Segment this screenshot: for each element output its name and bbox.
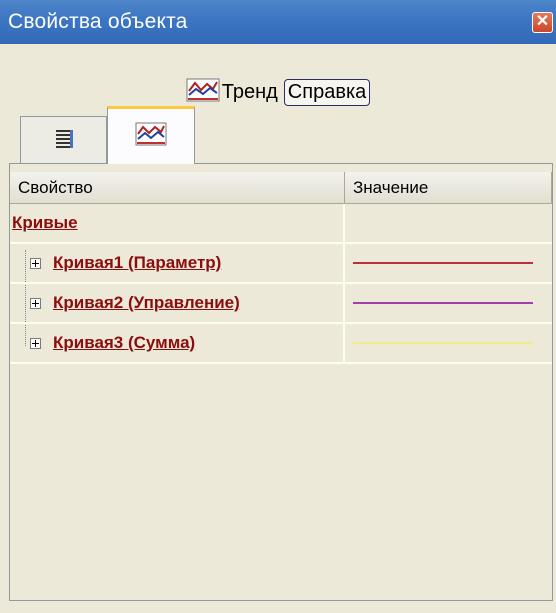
property-name-cell: Кривая2 (Управление)	[10, 284, 345, 322]
grid-rows: Кривые Кривая1 (Параметр) Кривая2 (Управ…	[10, 204, 552, 364]
table-row[interactable]: Кривые	[10, 204, 552, 244]
column-header-value[interactable]: Значение	[345, 172, 552, 204]
table-row[interactable]: Кривая1 (Параметр)	[10, 244, 552, 284]
trend-icon	[135, 121, 167, 152]
column-header-property[interactable]: Свойство	[10, 172, 345, 204]
window-title: Свойства объекта	[8, 10, 188, 33]
tab-trend[interactable]	[107, 106, 195, 164]
close-button[interactable]: ✕	[532, 12, 553, 33]
object-properties-window: Свойства объекта ✕ Тренд Справка Свойств…	[0, 0, 556, 613]
expand-icon[interactable]	[30, 337, 41, 349]
property-value-cell[interactable]	[345, 324, 552, 362]
curve-color-swatch	[353, 342, 533, 344]
property-value-cell	[345, 204, 552, 242]
curve-label[interactable]: Кривая2 (Управление)	[53, 293, 240, 313]
tab-properties-list[interactable]	[20, 116, 107, 164]
trend-icon	[186, 77, 220, 108]
curve-label[interactable]: Кривая3 (Сумма)	[53, 333, 195, 353]
list-icon	[54, 128, 74, 153]
toolbar: Тренд Справка	[0, 76, 556, 108]
property-name-cell: Кривая3 (Сумма)	[10, 324, 345, 362]
trend-label: Тренд	[221, 80, 278, 103]
curve-color-swatch	[353, 302, 533, 304]
help-button[interactable]: Справка	[283, 78, 371, 106]
expand-icon[interactable]	[30, 257, 41, 269]
title-bar[interactable]: Свойства объекта ✕	[0, 0, 556, 44]
expand-icon[interactable]	[30, 297, 41, 309]
grid-header: Свойство Значение	[10, 172, 552, 204]
property-name-cell: Кривая1 (Параметр)	[10, 244, 345, 282]
curve-label[interactable]: Кривая1 (Параметр)	[53, 253, 221, 273]
table-row[interactable]: Кривая3 (Сумма)	[10, 324, 552, 364]
table-row[interactable]: Кривая2 (Управление)	[10, 284, 552, 324]
property-name-cell: Кривые	[10, 204, 345, 242]
property-value-cell[interactable]	[345, 244, 552, 282]
group-label-curves[interactable]: Кривые	[12, 213, 78, 233]
property-value-cell[interactable]	[345, 284, 552, 322]
curve-color-swatch	[353, 262, 533, 264]
trend-button[interactable]: Тренд	[186, 77, 278, 108]
